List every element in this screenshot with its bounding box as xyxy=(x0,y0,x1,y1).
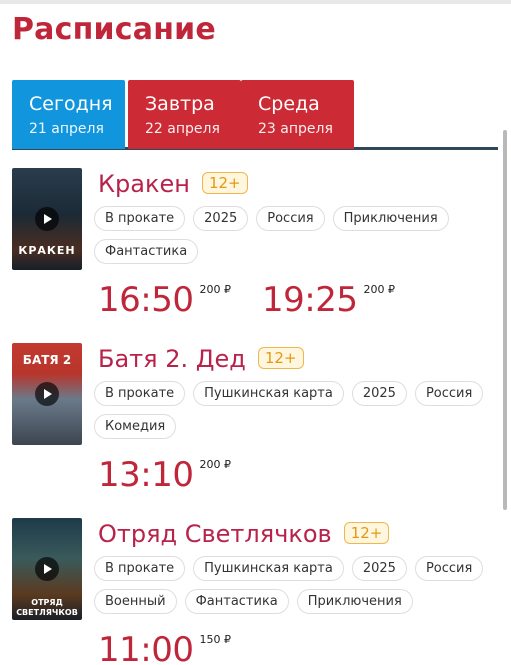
movie-poster[interactable]: КРАКЕН xyxy=(12,168,82,270)
tag[interactable]: Фантастика xyxy=(184,589,289,614)
movie-poster[interactable]: БАТЯ 2 xyxy=(12,343,82,445)
tag[interactable]: 2025 xyxy=(193,206,249,231)
tab-tomorrow[interactable]: Завтра 22 апреля xyxy=(128,80,241,149)
session-price: 200 ₽ xyxy=(199,458,231,471)
tab-today-label: Сегодня xyxy=(29,93,113,115)
movie-title-text: Отряд Светлячков xyxy=(98,520,332,548)
tab-wednesday-date: 23 апреля xyxy=(258,121,333,137)
tag[interactable]: 2025 xyxy=(351,381,407,406)
tag[interactable]: Приключения xyxy=(296,589,413,614)
movie-tags: В прокате Пушкинская карта 2025 Россия К… xyxy=(94,381,494,439)
poster-title: ОТРЯД СВЕТЛЯЧКОВ xyxy=(16,598,78,617)
tag[interactable]: Пушкинская карта xyxy=(193,556,344,581)
movie-title-text: Кракен xyxy=(98,170,190,198)
tag[interactable]: В прокате xyxy=(94,381,186,406)
age-rating-badge: 12+ xyxy=(257,347,304,369)
play-icon[interactable] xyxy=(35,382,59,406)
tag[interactable]: Военный xyxy=(94,589,177,614)
movie-poster[interactable]: ОТРЯД СВЕТЛЯЧКОВ xyxy=(12,518,82,620)
session-time: 19:25 xyxy=(262,280,358,320)
poster-title: БАТЯ 2 xyxy=(22,353,72,367)
tab-today[interactable]: Сегодня 21 апреля xyxy=(12,80,125,149)
session-price: 150 ₽ xyxy=(199,633,231,646)
scrollbar[interactable] xyxy=(503,130,507,510)
tab-tomorrow-label: Завтра xyxy=(145,93,215,115)
tag[interactable]: Россия xyxy=(414,556,484,581)
date-tabs: Сегодня 21 апреля Завтра 22 апреля Среда… xyxy=(12,80,498,150)
page-title: Расписание xyxy=(12,12,216,47)
age-rating-badge: 12+ xyxy=(343,522,390,544)
session-price: 200 ₽ xyxy=(363,283,395,296)
age-rating-badge: 12+ xyxy=(201,172,248,194)
movie-title-text: Батя 2. Дед xyxy=(98,345,246,373)
movie-tags: В прокате Пушкинская карта 2025 Россия В… xyxy=(94,556,494,614)
tab-wednesday-label: Среда xyxy=(258,93,320,115)
session-price: 200 ₽ xyxy=(199,283,231,296)
session-1650[interactable]: 16:50 200 ₽ xyxy=(98,280,231,320)
tab-wednesday[interactable]: Среда 23 апреля xyxy=(241,80,354,149)
movie-title[interactable]: Кракен 12+ xyxy=(98,170,248,198)
tag[interactable]: Россия xyxy=(256,206,325,231)
movie-title[interactable]: Отряд Светлячков 12+ xyxy=(98,520,390,548)
tag[interactable]: Фантастика xyxy=(94,239,199,264)
session-time: 13:10 xyxy=(98,455,194,495)
tag[interactable]: В прокате xyxy=(94,206,186,231)
tag[interactable]: В прокате xyxy=(94,556,186,581)
movie-title[interactable]: Батя 2. Дед 12+ xyxy=(98,345,304,373)
play-icon[interactable] xyxy=(35,557,59,581)
poster-title: КРАКЕН xyxy=(18,244,76,257)
session-1925[interactable]: 19:25 200 ₽ xyxy=(262,280,395,320)
tag[interactable]: Россия xyxy=(414,381,484,406)
play-icon[interactable] xyxy=(35,207,59,231)
tag[interactable]: Комедия xyxy=(94,414,177,439)
session-1310[interactable]: 13:10 200 ₽ xyxy=(98,455,231,495)
session-1100[interactable]: 11:00 150 ₽ xyxy=(98,630,231,665)
movie-tags: В прокате 2025 Россия Приключения Фантас… xyxy=(94,206,494,264)
tag[interactable]: Пушкинская карта xyxy=(193,381,344,406)
tag[interactable]: Приключения xyxy=(332,206,449,231)
session-time: 11:00 xyxy=(98,630,194,665)
session-time: 16:50 xyxy=(98,280,194,320)
top-divider xyxy=(0,0,511,4)
tab-tomorrow-date: 22 апреля xyxy=(145,121,220,137)
tab-today-date: 21 апреля xyxy=(29,121,104,137)
tag[interactable]: 2025 xyxy=(351,556,407,581)
